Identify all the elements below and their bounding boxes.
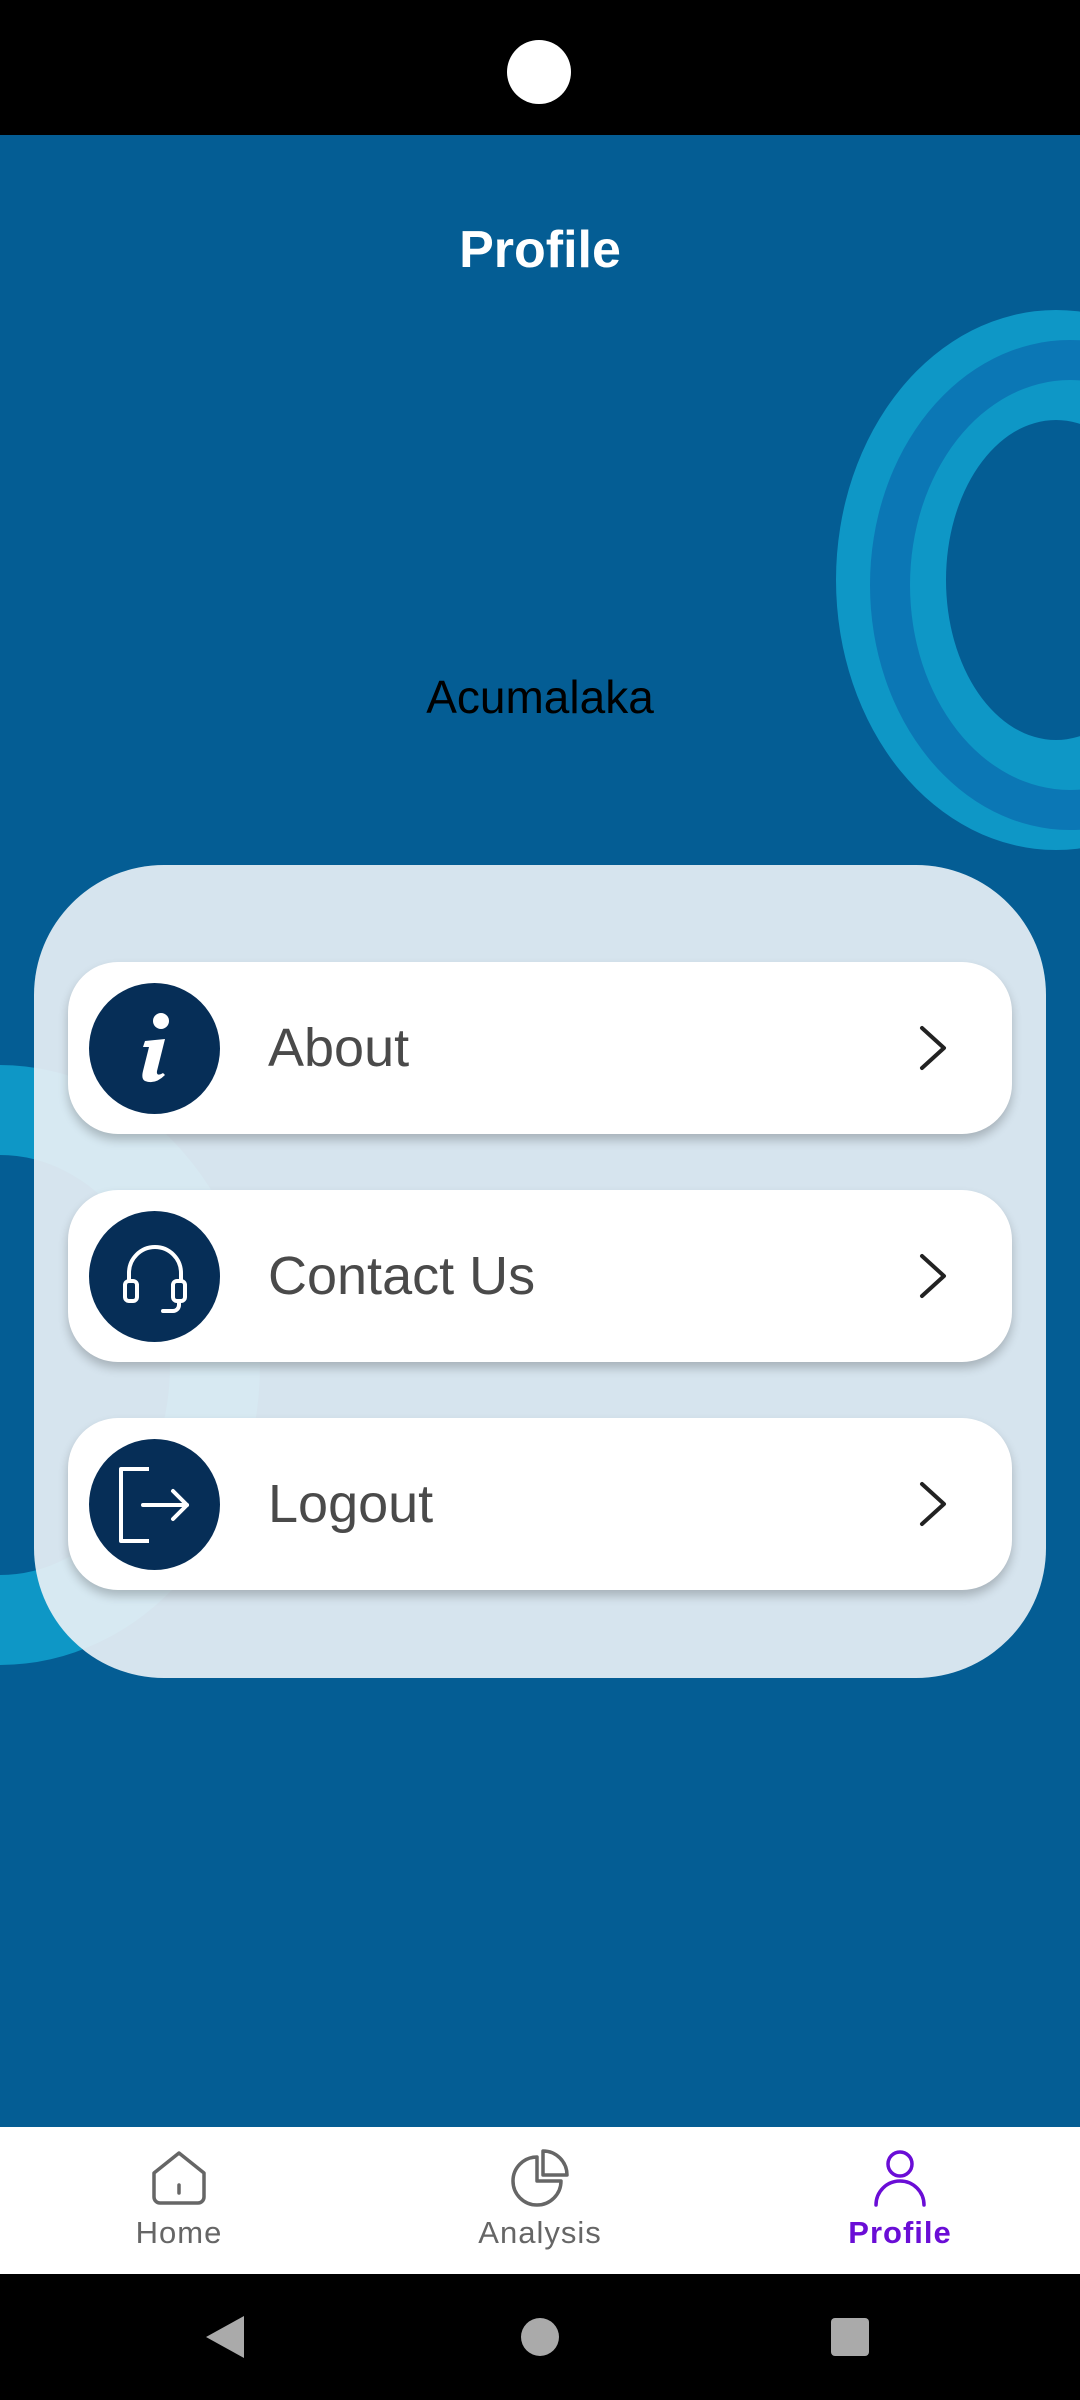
- phone-frame: Profile Acumalaka About Contact Us Logou…: [0, 0, 1080, 2400]
- nav-item-profile[interactable]: Profile: [780, 2127, 1020, 2274]
- system-navigation-bar: [0, 2274, 1080, 2400]
- camera-cutout: [507, 40, 571, 104]
- menu-item-about[interactable]: About: [68, 962, 1012, 1134]
- menu-item-label: Logout: [268, 1474, 434, 1534]
- menu-item-logout[interactable]: Logout: [68, 1418, 1012, 1590]
- nav-item-analysis[interactable]: Analysis: [420, 2127, 660, 2274]
- back-icon[interactable]: [204, 2314, 246, 2360]
- home-icon: [152, 2151, 206, 2205]
- pie-chart-icon: [511, 2149, 569, 2207]
- nav-label: Profile: [848, 2215, 952, 2250]
- chevron-right-icon: [920, 1254, 946, 1298]
- nav-item-home[interactable]: Home: [59, 2127, 299, 2274]
- user-name: Acumalaka: [426, 671, 654, 723]
- menu-card: About Contact Us Logout: [34, 865, 1046, 1678]
- home-button-icon[interactable]: [520, 2317, 560, 2357]
- nav-label: Analysis: [478, 2215, 602, 2250]
- nav-label: Home: [135, 2215, 223, 2250]
- menu-item-label: Contact Us: [268, 1246, 536, 1306]
- chevron-right-icon: [920, 1026, 946, 1070]
- bottom-navigation: Home Analysis Profile: [0, 2127, 1080, 2274]
- page-title: Profile: [459, 221, 621, 279]
- status-bar: [0, 0, 1080, 135]
- menu-item-label: About: [268, 1018, 410, 1078]
- menu-item-contact-us[interactable]: Contact Us: [68, 1190, 1012, 1362]
- info-icon: [89, 983, 220, 1114]
- chevron-right-icon: [920, 1482, 946, 1526]
- person-icon: [874, 2150, 926, 2207]
- logout-icon: [89, 1439, 220, 1570]
- headset-icon: [89, 1211, 220, 1342]
- profile-screen: Profile Acumalaka About Contact Us Logou…: [0, 135, 1080, 2127]
- recents-icon[interactable]: [830, 2317, 870, 2357]
